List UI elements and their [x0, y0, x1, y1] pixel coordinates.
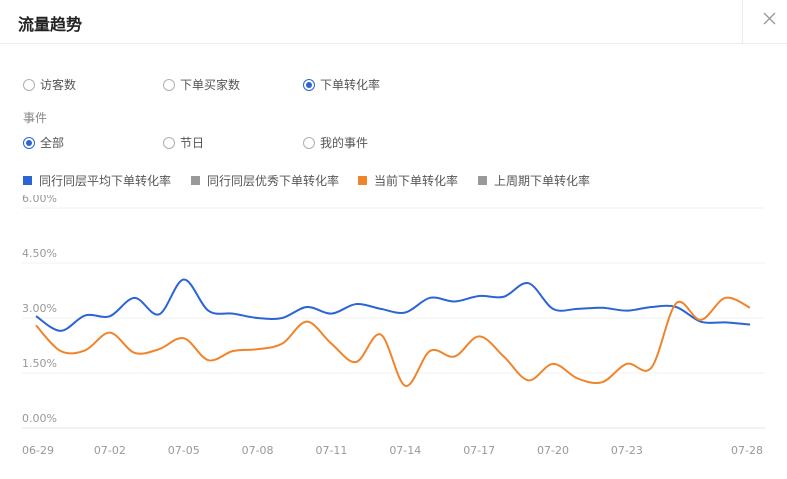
- x-tick-label: 07-17: [463, 444, 495, 457]
- legend-item-previous-period[interactable]: 上周期下单转化率: [478, 172, 590, 189]
- x-tick-label: 07-28: [731, 444, 763, 457]
- legend-swatch: [478, 176, 487, 185]
- legend-swatch: [191, 176, 200, 185]
- radio-icon: [163, 136, 175, 149]
- y-tick-label: 1.50%: [22, 357, 57, 370]
- legend-swatch: [23, 176, 32, 185]
- event-option-holiday[interactable]: 节日: [163, 134, 204, 151]
- y-tick-label: 4.50%: [22, 247, 57, 260]
- series-line-peer-average: [35, 278, 751, 332]
- y-tick-label: 3.00%: [22, 302, 57, 315]
- x-tick-label: 07-20: [537, 444, 569, 457]
- event-option-label: 节日: [180, 136, 205, 150]
- legend-item-peer-average[interactable]: 同行同层平均下单转化率: [23, 172, 171, 189]
- event-option-my-events[interactable]: 我的事件: [303, 134, 368, 151]
- metric-option-conversion[interactable]: 下单转化率: [303, 76, 380, 93]
- trend-line-chart[interactable]: 0.00% 1.50% 3.00% 4.50% 6.00% 06-29 07-02 07-05…: [0, 195, 787, 465]
- close-button[interactable]: [742, 0, 787, 44]
- legend-label: 同行同层平均下单转化率: [39, 174, 172, 188]
- radio-icon: [163, 78, 175, 91]
- legend-item-current[interactable]: 当前下单转化率: [358, 172, 458, 189]
- dialog-header: 流量趋势: [0, 0, 787, 44]
- y-tick-label: 6.00%: [22, 195, 57, 205]
- event-option-label: 全部: [40, 136, 65, 150]
- x-tick-label: 07-14: [389, 444, 421, 457]
- event-option-label: 我的事件: [320, 136, 369, 150]
- legend-label: 当前下单转化率: [374, 174, 459, 188]
- x-tick-label: 07-23: [611, 444, 643, 457]
- radio-icon: [303, 136, 315, 149]
- event-filter-label: 事件: [23, 111, 48, 125]
- metric-option-buyers[interactable]: 下单买家数: [163, 76, 240, 93]
- y-tick-label: 0.00%: [22, 412, 57, 425]
- legend-item-peer-excellent[interactable]: 同行同层优秀下单转化率: [191, 172, 339, 189]
- metric-option-label: 访客数: [40, 78, 77, 92]
- metric-option-label: 下单转化率: [320, 78, 381, 92]
- event-option-all[interactable]: 全部: [23, 134, 64, 151]
- x-tick-label: 07-11: [315, 444, 347, 457]
- legend-label: 上周期下单转化率: [494, 174, 591, 188]
- x-tick-label: 07-02: [94, 444, 126, 457]
- metric-option-label: 下单买家数: [180, 78, 241, 92]
- radio-icon: [23, 78, 35, 91]
- radio-checked-icon: [23, 136, 35, 149]
- x-tick-label: 07-08: [242, 444, 274, 457]
- x-tick-label: 07-05: [168, 444, 200, 457]
- radio-checked-icon: [303, 78, 315, 91]
- legend-label: 同行同层优秀下单转化率: [207, 174, 340, 188]
- close-icon: [763, 12, 776, 25]
- metric-option-visitors[interactable]: 访客数: [23, 76, 76, 93]
- legend-swatch: [358, 176, 367, 185]
- x-tick-label: 06-29: [22, 444, 54, 457]
- page-title: 流量趋势: [18, 15, 83, 34]
